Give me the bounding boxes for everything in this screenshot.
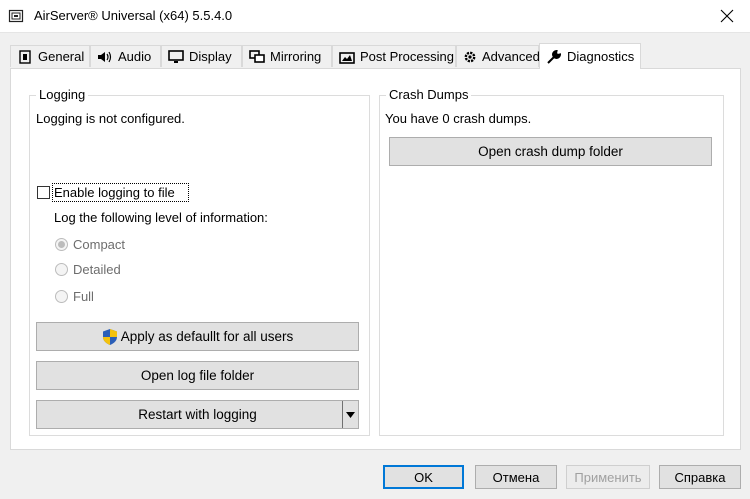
tab-general[interactable]: General (10, 45, 90, 67)
apply-default-button[interactable]: Apply as defaullt for all users (36, 322, 359, 351)
help-button[interactable]: Справка (659, 465, 741, 489)
gear-icon (463, 49, 477, 65)
tab-label: Mirroring (270, 49, 322, 64)
wrench-icon (546, 49, 562, 65)
monitor-icon (168, 49, 184, 65)
title-bar: AirServer® Universal (x64) 5.5.4.0 (0, 0, 750, 33)
tab-label: General (38, 49, 85, 64)
tab-label: Advanced (482, 49, 540, 64)
logging-group-title: Logging (36, 87, 89, 102)
ok-button[interactable]: OK (383, 465, 464, 489)
apply-button: Применить (566, 465, 650, 489)
apply-label: Применить (574, 469, 642, 485)
tab-label: Audio (118, 49, 152, 64)
crash-dumps-group: Crash Dumps You have 0 crash dumps. Open… (379, 87, 724, 436)
tab-strip: General Audio Display Mirroring Post Pro… (10, 43, 740, 69)
diagnostics-panel: Logging Logging is not configured. Enabl… (10, 68, 741, 450)
tab-label: Display (189, 49, 232, 64)
radio-compact[interactable] (55, 238, 68, 251)
window-title: AirServer® Universal (x64) 5.5.4.0 (34, 8, 233, 23)
close-button[interactable] (704, 0, 750, 32)
mirroring-icon (249, 49, 265, 65)
post-processing-icon (339, 49, 355, 65)
tab-mirroring[interactable]: Mirroring (242, 45, 332, 67)
tab-display[interactable]: Display (161, 45, 242, 67)
restart-with-logging-split-button[interactable]: Restart with logging (36, 400, 359, 429)
chevron-down-icon[interactable] (342, 401, 358, 428)
log-level-label: Log the following level of information: (54, 210, 268, 225)
open-crash-dump-folder-label: Open crash dump folder (478, 144, 623, 159)
tab-diagnostics[interactable]: Diagnostics (539, 43, 641, 69)
logging-status-text: Logging is not configured. (36, 111, 185, 126)
radio-full[interactable] (55, 290, 68, 303)
tab-advanced[interactable]: Advanced (456, 45, 540, 67)
ok-label: OK (414, 469, 433, 485)
close-icon (720, 9, 734, 23)
cancel-button[interactable]: Отмена (475, 465, 557, 489)
radio-compact-label: Compact (73, 237, 126, 252)
general-icon (17, 49, 33, 65)
help-label: Справка (674, 469, 726, 485)
open-crash-dump-folder-button[interactable]: Open crash dump folder (389, 137, 712, 166)
crash-dumps-status-text: You have 0 crash dumps. (385, 111, 532, 126)
enable-logging-label[interactable]: Enable logging to file (54, 185, 175, 200)
uac-shield-icon (102, 328, 118, 346)
restart-with-logging-label: Restart with logging (138, 407, 257, 422)
open-log-folder-button[interactable]: Open log file folder (36, 361, 359, 390)
apply-default-label: Apply as defaullt for all users (120, 329, 294, 344)
radio-detailed[interactable] (55, 263, 68, 276)
tab-label: Diagnostics (567, 49, 635, 64)
crash-dumps-group-title: Crash Dumps (386, 87, 472, 102)
tab-audio[interactable]: Audio (90, 45, 161, 67)
enable-logging-checkbox[interactable] (37, 186, 50, 199)
tab-label: Post Processing (360, 49, 454, 64)
tab-post-processing[interactable]: Post Processing (332, 45, 456, 67)
radio-detailed-label: Detailed (73, 262, 121, 277)
speaker-icon (97, 49, 113, 65)
airserver-app-icon (8, 8, 24, 24)
logging-group: Logging Logging is not configured. Enabl… (29, 87, 370, 436)
open-log-folder-label: Open log file folder (140, 368, 255, 383)
radio-full-label: Full (73, 289, 94, 304)
cancel-label: Отмена (492, 469, 540, 485)
